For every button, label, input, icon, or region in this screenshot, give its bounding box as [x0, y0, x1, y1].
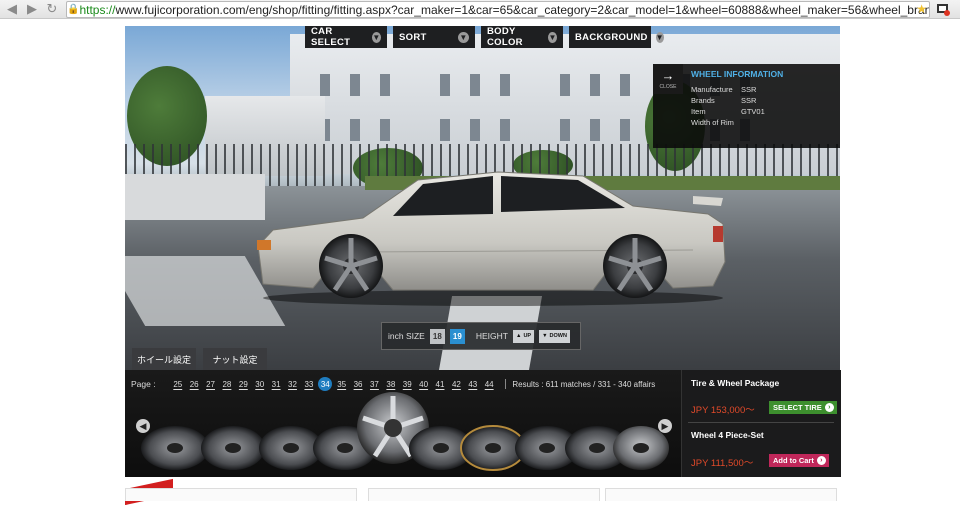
- wheel-info-title: WHEEL INFORMATION: [691, 69, 784, 79]
- page-link[interactable]: 36: [350, 380, 366, 389]
- page-link[interactable]: 38: [383, 380, 399, 389]
- arrow-right-icon: →: [661, 67, 675, 83]
- close-button[interactable]: → CLOSE: [653, 64, 683, 94]
- content-below: Notice: [125, 478, 840, 505]
- carousel-next-button[interactable]: ▶: [658, 419, 672, 433]
- page-link[interactable]: 42: [448, 380, 464, 389]
- back-icon[interactable]: ◀: [4, 1, 20, 17]
- settings-tabs: ホイール設定 ナット設定: [132, 348, 267, 370]
- close-label: CLOSE: [659, 83, 677, 90]
- fitting-menu: CAR SELECT ▼ SORT ▼ BODY COLOR ▼ BACKGROUND…: [305, 26, 664, 48]
- wheel-thumbnail[interactable]: [613, 426, 669, 470]
- content-card: [605, 488, 837, 501]
- chevron-right-icon: ›: [816, 456, 826, 465]
- size-19-button[interactable]: 19: [449, 328, 465, 344]
- height-label: HEIGHT: [475, 331, 508, 341]
- page-link[interactable]: 31: [268, 380, 284, 389]
- select-tire-button[interactable]: SELECT TIRE ›: [769, 401, 837, 414]
- wheel-set-title: Wheel 4 Piece-Set: [691, 430, 764, 440]
- extension-icon[interactable]: [936, 2, 950, 16]
- triangle-down-icon: ▼: [542, 333, 548, 339]
- divider: [688, 422, 834, 423]
- height-up-button[interactable]: ▲ UP: [512, 329, 535, 343]
- add-to-cart-button[interactable]: Add to Cart ›: [769, 454, 829, 467]
- page-link[interactable]: 27: [202, 380, 218, 389]
- fitting-stage: CAR SELECT ▼ SORT ▼ BODY COLOR ▼ BACKGROUND…: [125, 26, 840, 370]
- pagination: Page : 25 26 27 28 29 30 31 32 33 34 35 …: [131, 377, 655, 391]
- page-link[interactable]: 26: [186, 380, 202, 389]
- chevron-down-icon: ▼: [458, 31, 469, 43]
- wheel-set-price: JPY 111,500～: [691, 458, 754, 469]
- wall: [125, 174, 265, 220]
- height-down-button[interactable]: ▼ DOWN: [539, 329, 570, 343]
- page-link[interactable]: 32: [284, 380, 300, 389]
- page-link[interactable]: 40: [415, 380, 431, 389]
- wheel-info-panel: → CLOSE WHEEL INFORMATION Manufacture SSR…: [653, 64, 840, 148]
- tire-wheel-package-title: Tire & Wheel Package: [691, 378, 780, 388]
- page-link[interactable]: 33: [301, 380, 317, 389]
- inch-size-label: inch SIZE: [388, 331, 425, 341]
- page-link[interactable]: 37: [366, 380, 382, 389]
- sort-dropdown[interactable]: SORT ▼: [393, 26, 475, 48]
- tire-wheel-package-price: JPY 153,000～: [691, 405, 755, 416]
- divider: [505, 379, 507, 389]
- results-count: Results : 611 matches / 331 - 340 affair…: [512, 379, 656, 389]
- car-select-dropdown[interactable]: CAR SELECT ▼: [305, 26, 387, 48]
- page-link[interactable]: 41: [432, 380, 448, 389]
- chevron-down-icon: ▼: [371, 31, 381, 43]
- page-link[interactable]: 25: [170, 380, 186, 389]
- page-link[interactable]: 43: [465, 380, 481, 389]
- wheel-thumbnail[interactable]: [141, 426, 209, 470]
- page-label: Page :: [131, 379, 156, 389]
- wheel-selector: Page : 25 26 27 28 29 30 31 32 33 34 35 …: [125, 370, 681, 477]
- package-panel: Tire & Wheel Package JPY 153,000～ SELECT…: [681, 370, 841, 477]
- carousel-prev-button[interactable]: ◀: [136, 419, 150, 433]
- body-color-dropdown[interactable]: BODY COLOR ▼: [481, 26, 563, 48]
- page-link[interactable]: 39: [399, 380, 415, 389]
- page-current[interactable]: 34: [318, 377, 333, 391]
- chevron-down-icon: ▼: [548, 31, 557, 43]
- wheel-carousel: [141, 392, 669, 471]
- background-dropdown[interactable]: BACKGROUND ▼: [569, 26, 664, 48]
- browser-toolbar: ◀ ▶ ↻ 🔒 https://www.fujicorporation.com/…: [0, 0, 960, 19]
- lock-icon: 🔒: [67, 4, 80, 15]
- page-link[interactable]: 30: [252, 380, 268, 389]
- chevron-down-icon: ▼: [655, 31, 664, 43]
- wheel-thumbnail[interactable]: [201, 426, 265, 470]
- address-bar[interactable]: 🔒 https://www.fujicorporation.com/eng/sh…: [66, 1, 930, 18]
- page-link[interactable]: 29: [235, 380, 251, 389]
- size-18-button[interactable]: 18: [429, 328, 445, 344]
- bookmark-star-icon[interactable]: ★: [916, 2, 927, 16]
- url-text: https://www.fujicorporation.com/eng/shop…: [79, 2, 930, 17]
- tab-nut-settings[interactable]: ナット設定: [203, 348, 267, 370]
- forward-icon[interactable]: ▶: [24, 1, 40, 17]
- car-image: [257, 171, 726, 306]
- info-row: Width of Rim: [691, 118, 734, 127]
- chevron-right-icon: ›: [824, 403, 834, 412]
- info-row: Brands SSR: [691, 96, 757, 105]
- page-link[interactable]: 44: [481, 380, 497, 389]
- page-link[interactable]: 35: [333, 380, 349, 389]
- reload-icon[interactable]: ↻: [44, 1, 60, 17]
- tab-wheel-settings[interactable]: ホイール設定: [132, 348, 196, 370]
- content-card: [125, 488, 357, 501]
- info-row: Manufacture SSR: [691, 85, 757, 94]
- page-link[interactable]: 28: [219, 380, 235, 389]
- triangle-up-icon: ▲: [515, 333, 522, 339]
- content-card: [368, 488, 600, 501]
- info-row: Item GTV01: [691, 107, 765, 116]
- size-height-control: inch SIZE 18 19 HEIGHT ▲ UP ▼ DOWN: [381, 322, 581, 350]
